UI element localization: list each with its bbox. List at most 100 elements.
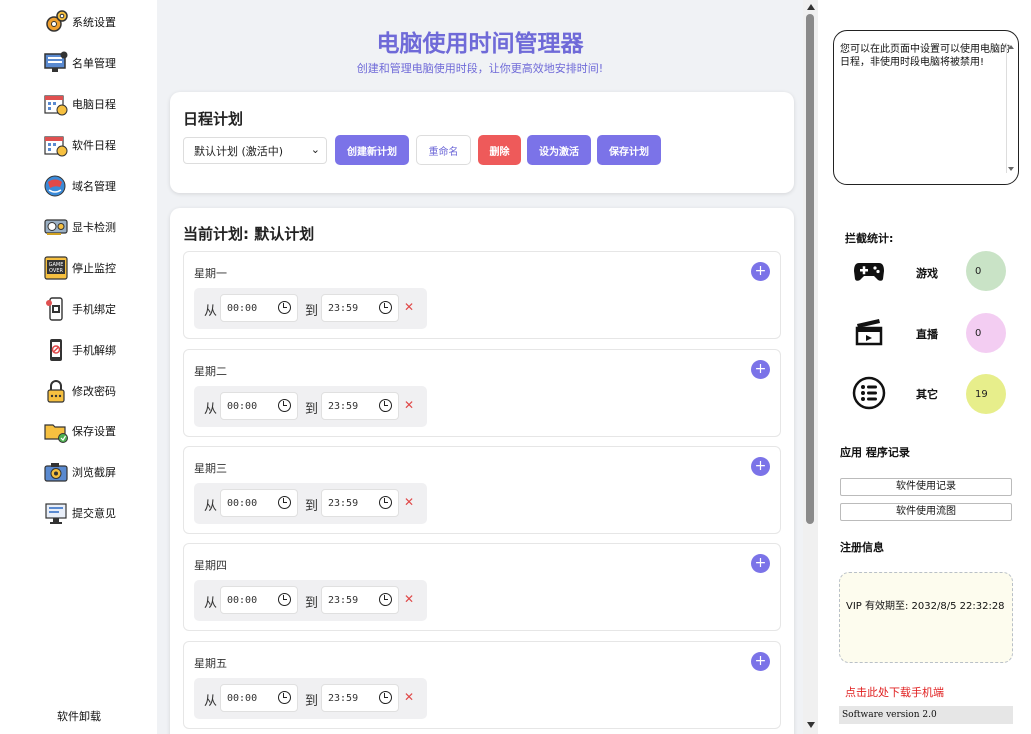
set-active-button[interactable]: 设为激活 [527,135,591,165]
from-label: 从 [204,694,218,709]
sidebar-item-save-settings[interactable]: 保存设置 [42,416,116,446]
scroll-thumb[interactable] [806,14,814,524]
sidebar-item-stop-monitoring[interactable]: GAME OVER 停止监控 [42,253,116,283]
start-time-input[interactable]: 00:00 [220,294,298,322]
day-name: 星期三 [194,462,227,475]
sidebar-item-label: 修改密码 [72,385,116,398]
schedule-plan-card: 日程计划 默认计划 (激活中) ⌄ 创建新计划 重命名 删除 设为激活 保存计划 [170,92,794,193]
main-content: 电脑使用时间管理器 创建和管理电脑使用时段，让你更高效地安排时间! 日程计划 默… [157,0,803,734]
end-time-input[interactable]: 23:59 [321,392,399,420]
vip-info-box: VIP 有效期至: 2032/8/5 22:32:28 [839,572,1013,663]
clock-icon [379,691,392,704]
remove-timeslot-icon[interactable]: ✕ [404,398,414,412]
end-time-value: 23:59 [328,302,359,314]
download-mobile-link[interactable]: 点击此处下载手机端 [845,684,944,700]
scroll-down-arrow-icon[interactable] [807,722,815,728]
sidebar-item-system-settings[interactable]: 系统设置 [42,7,116,37]
start-time-input[interactable]: 00:00 [220,392,298,420]
uninstall-link[interactable]: 软件卸载 [57,708,101,724]
start-time-input[interactable]: 00:00 [220,586,298,614]
to-label: 到 [305,694,319,709]
add-timeslot-button[interactable]: + [751,360,770,379]
add-timeslot-button[interactable]: + [751,457,770,476]
start-time-input[interactable]: 00:00 [220,684,298,712]
end-time-input[interactable]: 23:59 [321,294,399,322]
phone-unbind-icon [42,337,70,363]
stat-label-other: 其它 [916,388,938,401]
sidebar-item-feedback[interactable]: 提交意见 [42,498,116,528]
day-name: 星期二 [194,365,227,378]
remove-timeslot-icon[interactable]: ✕ [404,495,414,509]
from-label: 从 [204,499,218,514]
plan-select[interactable]: 默认计划 (激活中) ⌄ [183,137,327,164]
notice-scrollbar[interactable] [1006,43,1015,173]
sidebar-item-label: 停止监控 [72,262,116,275]
sidebar-item-change-password[interactable]: 修改密码 [42,376,116,406]
rename-button[interactable]: 重命名 [416,135,471,165]
delete-button[interactable]: 删除 [478,135,521,165]
to-label: 到 [305,596,319,611]
records-heading: 应用 程序记录 [840,446,910,459]
time-range: 从 00:00 到 23:59 ✕ [194,580,427,621]
sidebar-item-phone-bind[interactable]: 手机绑定 [42,294,116,324]
right-panel: 您可以在此页面中设置可以使用电脑的日程，非使用时段电脑将被禁用! 拦截统计: 游… [818,0,1031,734]
start-time-value: 00:00 [227,497,258,509]
sidebar-item-label: 软件日程 [72,139,116,152]
sidebar-item-domain-management[interactable]: 域名管理 [42,171,116,201]
clock-icon [278,399,291,412]
globe-icon [42,173,70,199]
end-time-value: 23:59 [328,692,359,704]
create-plan-button[interactable]: 创建新计划 [335,135,409,165]
day-row: 星期五 + 从 00:00 到 23:59 ✕ [183,641,781,729]
day-row: 星期三 + 从 00:00 到 23:59 ✕ [183,446,781,534]
sidebar-item-list-management[interactable]: 名单管理 [42,48,116,78]
to-label: 到 [305,402,319,417]
stat-label-live: 直播 [916,328,938,341]
remove-timeslot-icon[interactable]: ✕ [404,592,414,606]
remove-timeslot-icon[interactable]: ✕ [404,690,414,704]
clapperboard-icon [852,315,886,349]
svg-text:OVER: OVER [49,268,63,274]
plan-select-value: 默认计划 (激活中) [194,144,284,158]
feedback-monitor-icon [42,500,70,526]
sidebar-item-browse-screenshots[interactable]: 浏览截屏 [42,457,116,487]
time-range: 从 00:00 到 23:59 ✕ [194,386,427,427]
stat-count-games: 0 [966,251,1006,291]
add-timeslot-button[interactable]: + [751,262,770,281]
scroll-up-arrow-icon[interactable] [807,4,815,10]
remove-timeslot-icon[interactable]: ✕ [404,300,414,314]
gamepad-icon [852,254,886,288]
end-time-input[interactable]: 23:59 [321,489,399,517]
graphics-card-icon [42,214,70,240]
sidebar-item-label: 域名管理 [72,180,116,193]
padlock-icon [42,378,70,404]
sidebar-item-gpu-check[interactable]: 显卡检测 [42,212,116,242]
from-label: 从 [204,304,218,319]
clock-icon [379,399,392,412]
start-time-value: 00:00 [227,302,258,314]
clock-icon [379,593,392,606]
main-scrollbar[interactable] [803,0,818,734]
sidebar-item-label: 显卡检测 [72,221,116,234]
sidebar-item-label: 手机解绑 [72,344,116,357]
start-time-input[interactable]: 00:00 [220,489,298,517]
day-row: 星期四 + 从 00:00 到 23:59 ✕ [183,543,781,631]
end-time-input[interactable]: 23:59 [321,586,399,614]
software-usage-flow-button[interactable]: 软件使用流图 [840,503,1012,521]
from-label: 从 [204,596,218,611]
start-time-value: 00:00 [227,692,258,704]
end-time-input[interactable]: 23:59 [321,684,399,712]
software-usage-log-button[interactable]: 软件使用记录 [840,478,1012,496]
sidebar-item-phone-unbind[interactable]: 手机解绑 [42,335,116,365]
camera-icon [42,459,70,485]
chevron-down-icon: ⌄ [310,143,320,156]
end-time-value: 23:59 [328,497,359,509]
add-timeslot-button[interactable]: + [751,554,770,573]
sidebar-item-computer-schedule[interactable]: 电脑日程 [42,89,116,119]
sidebar-item-software-schedule[interactable]: 软件日程 [42,130,116,160]
vip-expiry-text: VIP 有效期至: 2032/8/5 22:32:28 [846,601,1005,612]
save-plan-button[interactable]: 保存计划 [597,135,661,165]
end-time-value: 23:59 [328,400,359,412]
add-timeslot-button[interactable]: + [751,652,770,671]
day-row: 星期一 + 从 00:00 到 23:59 ✕ [183,251,781,339]
